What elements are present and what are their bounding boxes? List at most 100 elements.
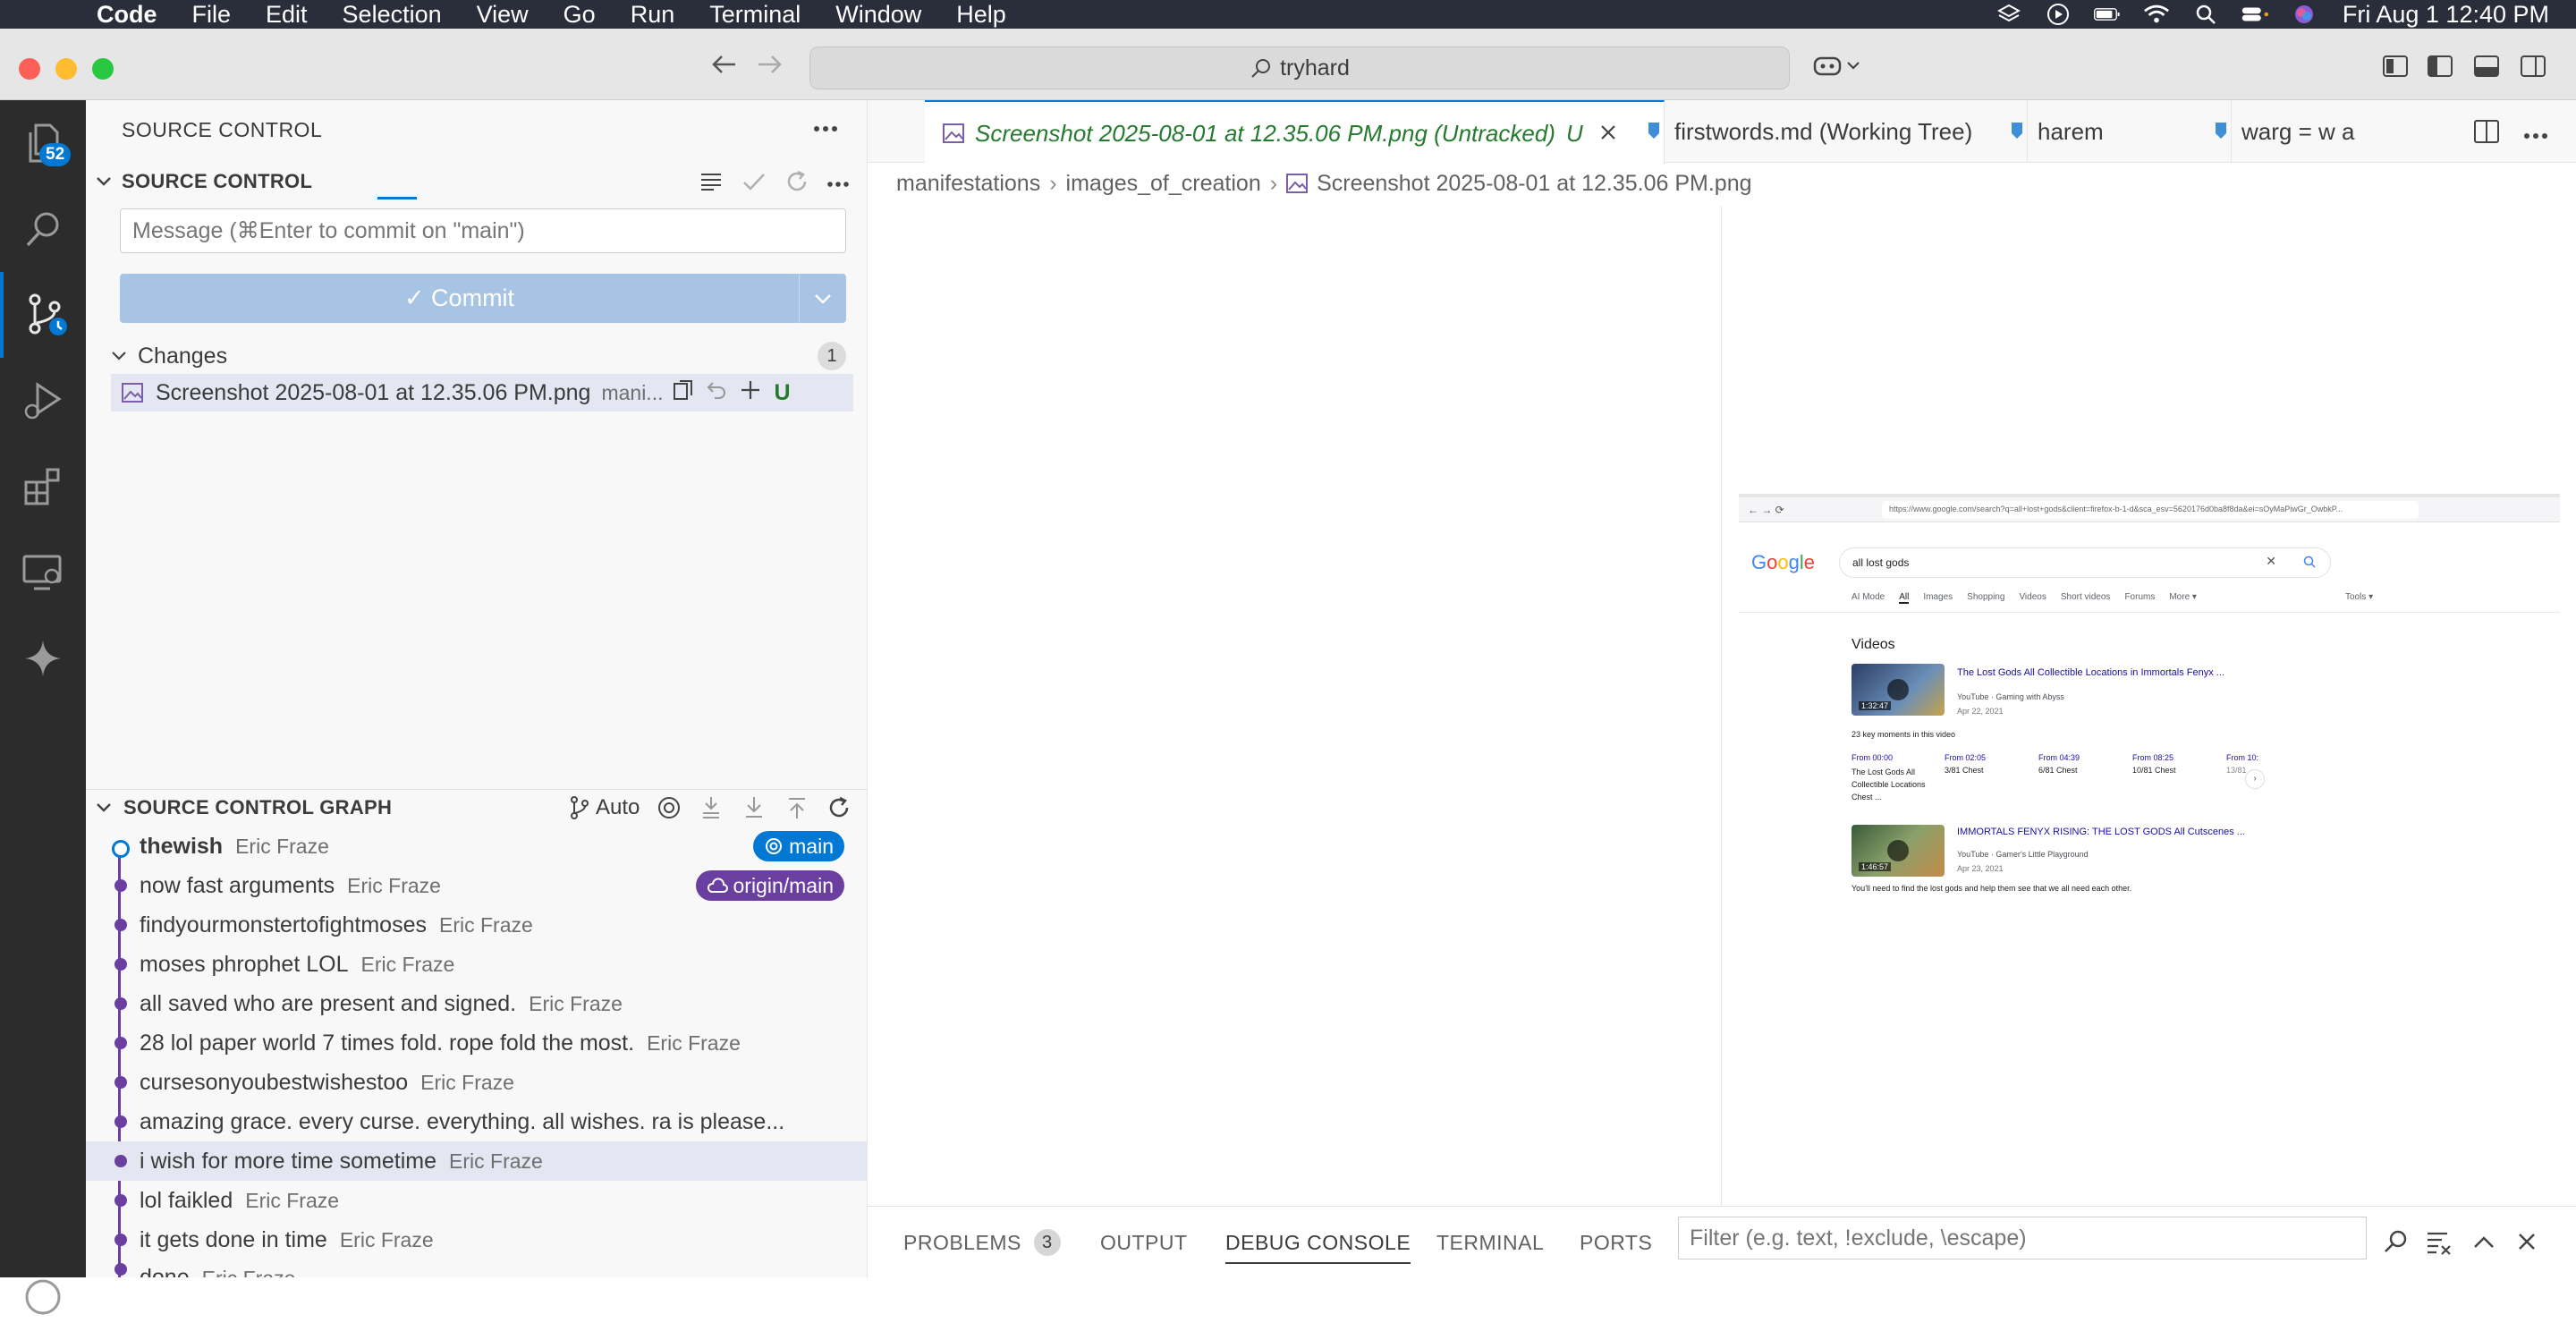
accounts-icon[interactable] — [0, 1254, 86, 1340]
graph-commit-row[interactable]: i wish for more time sometime Eric Fraze — [86, 1141, 868, 1181]
menu-run[interactable]: Run — [631, 1, 675, 29]
tab-ports[interactable]: PORTS — [1580, 1223, 1652, 1262]
graph-commit-row[interactable]: 28 lol paper world 7 times fold. rope fo… — [86, 1023, 868, 1063]
graph-commit-row[interactable]: moses phrophet LOL Eric Fraze — [86, 945, 868, 984]
menu-file[interactable]: File — [192, 1, 232, 29]
menu-edit[interactable]: Edit — [266, 1, 308, 29]
sparkle-ai-icon[interactable] — [0, 615, 86, 701]
changed-file-row[interactable]: Screenshot 2025-08-01 at 12.35.06 PM.png… — [111, 374, 853, 411]
graph-commit-row[interactable]: lol faikled Eric Fraze — [86, 1181, 868, 1220]
minimize-window-button[interactable] — [55, 58, 77, 80]
menu-view[interactable]: View — [477, 1, 529, 29]
extensions-icon[interactable] — [0, 444, 86, 530]
clear-console-icon[interactable] — [2426, 1230, 2453, 1259]
graph-commit-row[interactable]: cursesonyoubestwishestoo Eric Fraze — [86, 1063, 868, 1102]
remote-explorer-icon[interactable] — [0, 530, 86, 615]
discard-changes-icon[interactable] — [706, 379, 727, 407]
toggle-panel-icon[interactable] — [2474, 55, 2499, 81]
commit-dropdown-button[interactable] — [799, 274, 846, 323]
layout-sidebar-left-icon[interactable] — [2383, 55, 2408, 81]
commit-message-input[interactable]: Message (⌘Enter to commit on "main") — [120, 208, 846, 253]
tab-problems[interactable]: PROBLEMS 3 — [903, 1223, 1061, 1262]
moment-time: From 08:25 — [2132, 753, 2174, 762]
command-center-search[interactable]: tryhard — [809, 47, 1790, 89]
menu-app-name[interactable]: Code — [97, 1, 157, 29]
push-icon[interactable] — [785, 795, 809, 825]
breadcrumb-file[interactable]: Screenshot 2025-08-01 at 12.35.06 PM.png — [1317, 171, 1751, 197]
wifi-icon[interactable] — [2143, 4, 2170, 24]
menu-window[interactable]: Window — [835, 1, 921, 29]
breadcrumb-folder[interactable]: manifestations — [896, 171, 1040, 197]
key-moment: From 04:39 6/81 Chest — [2038, 753, 2131, 775]
chevron-down-icon[interactable] — [95, 175, 113, 192]
menu-terminal[interactable]: Terminal — [709, 1, 801, 29]
commit-button[interactable]: ✓ Commit — [120, 274, 846, 323]
branch-ref-main[interactable]: main — [753, 831, 844, 861]
split-editor-icon[interactable] — [2474, 120, 2499, 148]
editor-more-icon[interactable] — [2522, 129, 2549, 145]
control-center-icon[interactable] — [2241, 4, 2268, 24]
video-thumbnail: 1:32:47 — [1852, 664, 1945, 716]
target-icon[interactable] — [657, 795, 682, 825]
graph-commit-row[interactable]: now fast arguments Eric Fraze origin/mai… — [86, 866, 868, 905]
tab-warg[interactable]: warg = w a — [2195, 100, 2496, 163]
editor-split-divider[interactable] — [1721, 206, 1722, 1206]
explorer-icon[interactable]: 52 — [0, 100, 86, 186]
back-arrow-icon[interactable] — [710, 54, 737, 80]
graph-commit-row[interactable]: it gets done in time Eric Fraze — [86, 1220, 868, 1259]
commit-dot — [114, 919, 127, 931]
changes-group[interactable]: Changes 1 — [86, 338, 868, 374]
tab-debug-console[interactable]: DEBUG CONSOLE — [1225, 1223, 1411, 1264]
menu-help[interactable]: Help — [956, 1, 1006, 29]
commit-button-label[interactable]: ✓ Commit — [120, 284, 799, 312]
graph-header[interactable]: SOURCE CONTROL GRAPH Auto — [86, 789, 868, 825]
source-control-icon[interactable] — [0, 272, 89, 358]
close-window-button[interactable] — [19, 58, 40, 80]
graph-commit-row[interactable]: done Eric Fraze — [86, 1259, 868, 1277]
copilot-icon[interactable] — [1812, 54, 1864, 81]
graph-commit-row[interactable]: all saved who are present and signed. Er… — [86, 984, 868, 1023]
graph-commit-row[interactable]: findyourmonstertofightmoses Eric Fraze — [86, 905, 868, 945]
graph-commit-row[interactable]: thewish Eric Fraze main — [86, 827, 868, 866]
pull-icon[interactable] — [742, 795, 766, 825]
search-icon[interactable] — [2383, 1228, 2410, 1259]
branch-auto-selector[interactable]: Auto — [569, 795, 640, 820]
refresh-graph-icon[interactable] — [826, 795, 852, 825]
refresh-icon[interactable] — [785, 170, 809, 198]
menu-go[interactable]: Go — [564, 1, 596, 29]
section-more-icon[interactable] — [826, 177, 850, 193]
battery-icon[interactable] — [2093, 4, 2121, 24]
tab-screenshot[interactable]: Screenshot 2025-08-01 at 12.35.06 PM.png… — [925, 100, 1665, 165]
play-circle-icon[interactable] — [2045, 4, 2072, 25]
tab-output[interactable]: OUTPUT — [1100, 1223, 1188, 1262]
layers-icon[interactable] — [1996, 4, 2022, 24]
tab-terminal[interactable]: TERMINAL — [1436, 1223, 1544, 1262]
debug-filter-input[interactable]: Filter (e.g. text, !exclude, \escape) — [1678, 1217, 2367, 1259]
menubar-clock[interactable]: Fri Aug 1 12:40 PM — [2343, 1, 2549, 29]
siri-icon[interactable] — [2291, 4, 2318, 24]
close-icon[interactable] — [1599, 120, 1617, 148]
menu-selection[interactable]: Selection — [343, 1, 442, 29]
maximize-window-button[interactable] — [92, 58, 114, 80]
fetch-icon[interactable] — [699, 795, 723, 825]
moment-time: From 02:05 — [1945, 753, 1987, 762]
more-actions-icon[interactable] — [812, 122, 839, 138]
commit-author: Eric Fraze — [420, 1070, 514, 1094]
run-debug-icon[interactable] — [0, 358, 86, 444]
open-file-icon[interactable] — [672, 379, 695, 407]
view-as-list-icon[interactable] — [699, 172, 723, 196]
key-moments-label: 23 key moments in this video — [1852, 730, 1956, 739]
chevron-up-icon[interactable] — [2472, 1234, 2496, 1254]
spotlight-search-icon[interactable] — [2192, 4, 2219, 24]
tab-firstwords[interactable]: firstwords.md (Working Tree) — [1628, 100, 2028, 163]
toggle-primary-sidebar-icon[interactable] — [2428, 55, 2453, 81]
stage-changes-icon[interactable] — [740, 379, 761, 407]
commit-check-icon[interactable] — [742, 172, 766, 196]
close-icon[interactable] — [2517, 1232, 2537, 1256]
toggle-secondary-sidebar-icon[interactable] — [2521, 55, 2546, 81]
branch-ref-origin[interactable]: origin/main — [695, 870, 844, 901]
graph-commit-row[interactable]: amazing grace. every curse. everything. … — [86, 1102, 868, 1141]
search-view-icon[interactable] — [0, 186, 86, 272]
breadcrumb-folder[interactable]: images_of_creation — [1066, 171, 1261, 197]
forward-arrow-icon[interactable] — [757, 54, 784, 80]
